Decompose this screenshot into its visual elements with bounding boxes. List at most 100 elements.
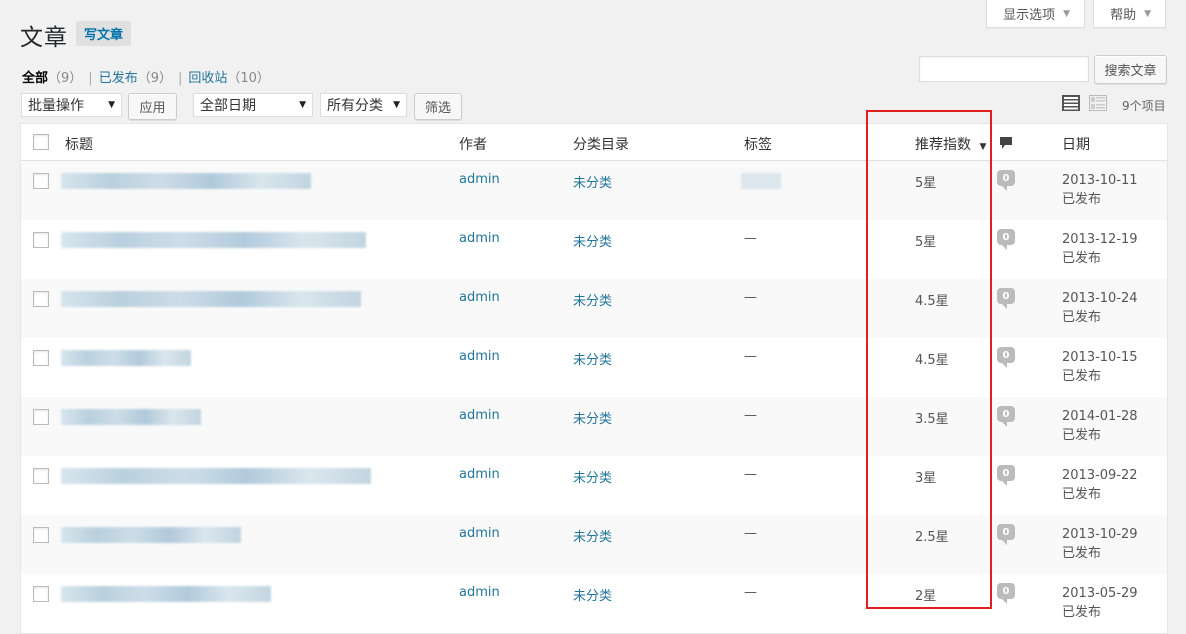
post-date: 2013-09-22 xyxy=(1062,468,1138,483)
table-body: admin 未分类 5星 0 2013-10-11 已发布 admin 未分类 —… xyxy=(21,161,1167,633)
author-link[interactable]: admin xyxy=(459,467,500,482)
row-checkbox[interactable] xyxy=(33,291,49,307)
post-title-link[interactable] xyxy=(61,232,366,248)
help-label: 帮助 xyxy=(1110,8,1137,23)
filter-published-link[interactable]: 已发布 xyxy=(99,71,138,86)
comment-count-badge[interactable]: 0 xyxy=(997,170,1015,191)
help-tab[interactable]: 帮助 ▼ xyxy=(1093,0,1166,28)
chevron-down-icon: ▼ xyxy=(299,100,306,110)
comment-count-badge[interactable]: 0 xyxy=(997,229,1015,250)
posts-table: 标题 作者 分类目录 标签 推荐指数 ▼ 日期 admin 未分类 5星 0 2… xyxy=(20,123,1168,634)
filter-all-label: 全部 xyxy=(22,71,49,86)
list-view-icon[interactable] xyxy=(1062,95,1080,111)
post-title-link[interactable] xyxy=(61,409,201,425)
separator: | xyxy=(177,71,183,86)
author-link[interactable]: admin xyxy=(459,349,500,364)
date-cell: 2013-10-11 已发布 xyxy=(1062,171,1138,209)
filter-all-link[interactable]: 全部 xyxy=(22,71,48,86)
comment-count-badge[interactable]: 0 xyxy=(997,524,1015,545)
post-title-link[interactable] xyxy=(61,173,311,189)
tag-link[interactable] xyxy=(741,173,781,189)
post-title-link[interactable] xyxy=(61,527,241,543)
author-link[interactable]: admin xyxy=(459,172,500,187)
row-checkbox[interactable] xyxy=(33,527,49,543)
tag-value: — xyxy=(744,349,757,364)
search-posts-button[interactable]: 搜索文章 xyxy=(1094,55,1167,84)
category-link[interactable]: 未分类 xyxy=(573,526,612,545)
author-link[interactable]: admin xyxy=(459,408,500,423)
date-filter-value: 全部日期 xyxy=(200,98,256,114)
rating-value: 5星 xyxy=(915,176,937,191)
comment-icon[interactable] xyxy=(999,136,1013,150)
tag-value: — xyxy=(744,585,757,600)
category-filter-select[interactable]: 所有分类 ▼ xyxy=(320,93,407,117)
rating-value: 3星 xyxy=(915,471,937,486)
column-date[interactable]: 日期 xyxy=(1062,134,1090,154)
table-header: 标题 作者 分类目录 标签 推荐指数 ▼ 日期 xyxy=(21,124,1167,161)
comment-count-badge[interactable]: 0 xyxy=(997,406,1015,427)
column-rating[interactable]: 推荐指数 ▼ xyxy=(915,134,986,154)
filter-trash-link[interactable]: 回收站 xyxy=(188,71,227,86)
column-author[interactable]: 作者 xyxy=(459,134,487,154)
post-title-link[interactable] xyxy=(61,586,271,602)
category-link[interactable]: 未分类 xyxy=(573,408,612,427)
date-cell: 2013-10-29 已发布 xyxy=(1062,525,1138,563)
date-cell: 2014-01-28 已发布 xyxy=(1062,407,1138,445)
category-link[interactable]: 未分类 xyxy=(573,349,612,368)
rating-value: 4.5星 xyxy=(915,294,949,309)
category-link[interactable]: 未分类 xyxy=(573,231,612,250)
author-link[interactable]: admin xyxy=(459,290,500,305)
column-title[interactable]: 标题 xyxy=(65,134,93,154)
comment-count-badge[interactable]: 0 xyxy=(997,347,1015,368)
post-title-link[interactable] xyxy=(61,350,191,366)
row-checkbox[interactable] xyxy=(33,586,49,602)
date-cell: 2013-10-15 已发布 xyxy=(1062,348,1138,386)
comment-count-badge[interactable]: 0 xyxy=(997,583,1015,604)
filter-trash-label: 回收站 xyxy=(188,71,228,86)
screen-options-tab[interactable]: 显示选项 ▼ xyxy=(986,0,1086,28)
table-row: admin 未分类 — 4.5星 0 2013-10-24 已发布 xyxy=(21,279,1167,338)
category-link[interactable]: 未分类 xyxy=(573,290,612,309)
post-title-link[interactable] xyxy=(61,468,371,484)
table-row: admin 未分类 — 4.5星 0 2013-10-15 已发布 xyxy=(21,338,1167,397)
rating-value: 2.5星 xyxy=(915,530,949,545)
column-rating-label: 推荐指数 xyxy=(915,137,971,153)
post-status: 已发布 xyxy=(1062,428,1102,443)
tag-value: — xyxy=(744,526,757,541)
date-filter-select[interactable]: 全部日期 ▼ xyxy=(193,93,313,117)
status-filters: 全部（9） | 已发布（9） | 回收站（10） xyxy=(22,67,270,86)
filter-trash-count: （10） xyxy=(227,71,270,86)
author-link[interactable]: admin xyxy=(459,585,500,600)
filter-published-count: （9） xyxy=(137,71,172,86)
comment-count-badge[interactable]: 0 xyxy=(997,465,1015,486)
row-checkbox[interactable] xyxy=(33,350,49,366)
row-checkbox[interactable] xyxy=(33,468,49,484)
add-new-post-button[interactable]: 写文章 xyxy=(76,21,132,46)
comment-count-badge[interactable]: 0 xyxy=(997,288,1015,309)
category-link[interactable]: 未分类 xyxy=(573,585,612,604)
caret-down-icon: ▼ xyxy=(1144,8,1151,19)
row-checkbox[interactable] xyxy=(33,173,49,189)
author-link[interactable]: admin xyxy=(459,231,500,246)
row-checkbox[interactable] xyxy=(33,232,49,248)
column-tags: 标签 xyxy=(744,137,772,153)
filter-all-count: （9） xyxy=(48,71,83,86)
post-date: 2013-12-19 xyxy=(1062,232,1138,247)
post-status: 已发布 xyxy=(1062,487,1102,502)
chevron-down-icon: ▼ xyxy=(108,100,115,110)
post-title-link[interactable] xyxy=(61,291,361,307)
filter-button[interactable]: 筛选 xyxy=(414,93,462,120)
column-categories: 分类目录 xyxy=(573,137,629,153)
rating-value: 4.5星 xyxy=(915,353,949,368)
apply-button[interactable]: 应用 xyxy=(128,93,177,120)
select-all-checkbox[interactable] xyxy=(33,134,49,150)
post-search-input[interactable] xyxy=(919,56,1089,82)
bulk-action-select[interactable]: 批量操作 ▼ xyxy=(21,93,122,117)
category-link[interactable]: 未分类 xyxy=(573,467,612,486)
excerpt-view-icon[interactable] xyxy=(1089,95,1107,111)
author-link[interactable]: admin xyxy=(459,526,500,541)
date-cell: 2013-09-22 已发布 xyxy=(1062,466,1138,504)
row-checkbox[interactable] xyxy=(33,409,49,425)
category-link[interactable]: 未分类 xyxy=(573,172,612,191)
table-row: admin 未分类 — 2.5星 0 2013-10-29 已发布 xyxy=(21,515,1167,574)
